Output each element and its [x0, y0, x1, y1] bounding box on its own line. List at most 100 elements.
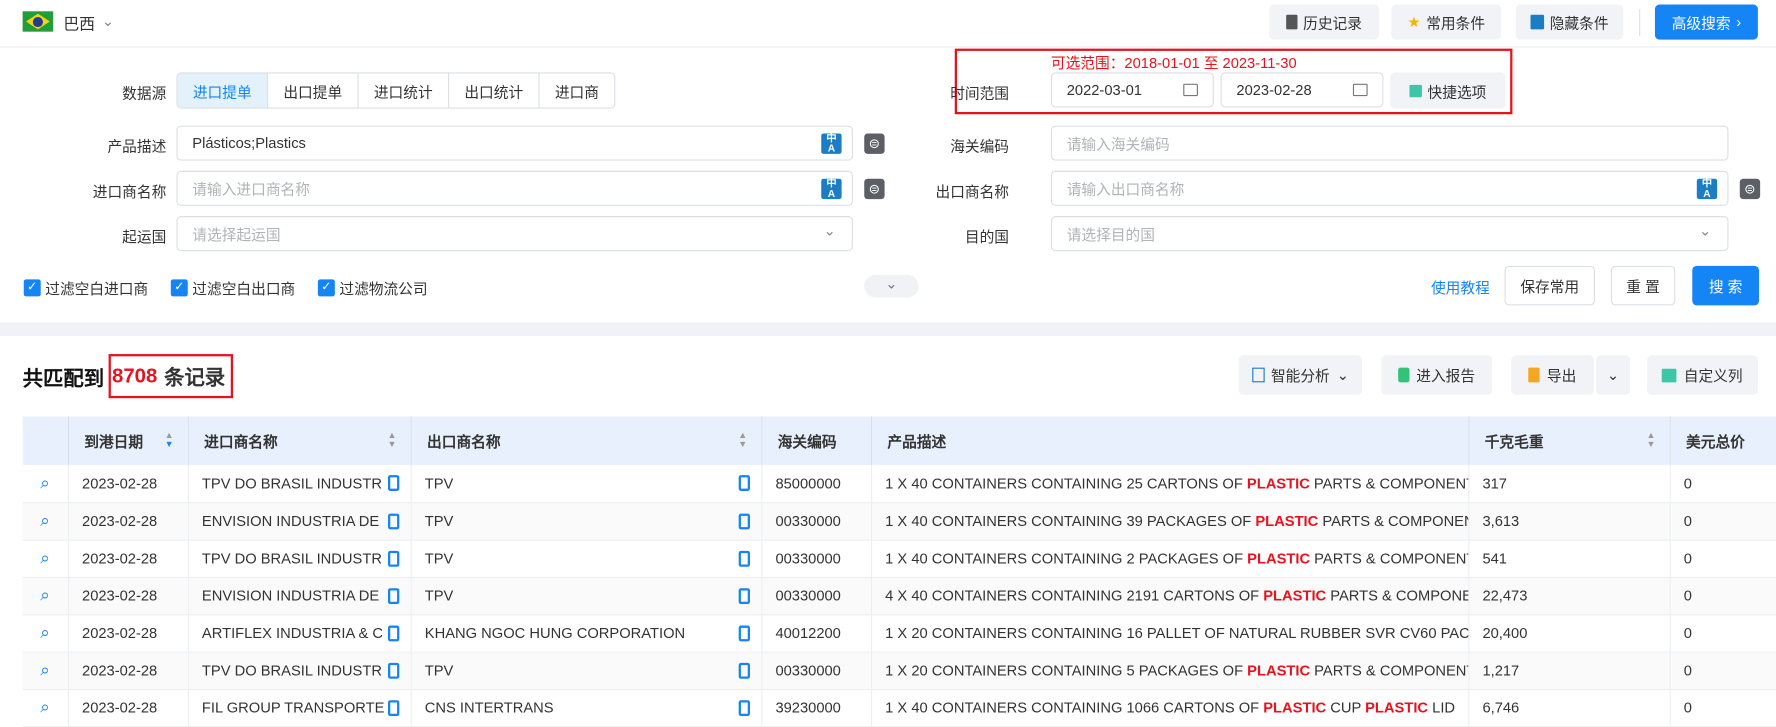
table-row[interactable]: ⌕ 2023-02-28 TPV DO BRASIL INDUSTR TPV 00330… [22, 539, 1776, 578]
date-from-input[interactable]: 2022-03-01 [1050, 72, 1214, 108]
sort-icon[interactable]: ▲ ▼ [738, 430, 747, 449]
cell-exporter[interactable]: CNS INTERTRANS [410, 688, 762, 727]
copy-icon[interactable] [387, 662, 399, 679]
search-button[interactable]: 搜 索 [1692, 265, 1760, 306]
copy-icon[interactable] [738, 699, 750, 716]
chevron-down-icon[interactable]: ⌄ [102, 12, 114, 30]
enter-report-button[interactable]: 进入报告 [1381, 355, 1493, 395]
origin-select[interactable]: 请选择起运国 [176, 216, 853, 252]
table-row[interactable]: ⌕ 2023-02-28 FIL GROUP TRANSPORTE CNS INTER… [22, 688, 1776, 727]
copy-icon[interactable] [738, 475, 750, 491]
translate-icon[interactable]: 中A [821, 178, 842, 200]
zoom-search-icon[interactable]: ⊜ [864, 133, 885, 154]
row-detail-button[interactable]: ⌕ [22, 464, 69, 503]
cell-exporter[interactable]: TPV [410, 576, 762, 615]
export-button[interactable]: 导出 [1511, 355, 1594, 395]
destination-label: 目的国 [964, 228, 1010, 246]
history-button[interactable]: 历史记录 [1269, 4, 1379, 40]
table-row[interactable]: ⌕ 2023-02-28 ENVISION INDUSTRIA DE TPV 00330… [22, 576, 1776, 615]
cell-exporter[interactable]: TPV [410, 539, 762, 578]
header-weight[interactable]: 千克毛重 ▲ ▼ [1468, 416, 1671, 465]
country-selector[interactable]: 巴西 [63, 12, 95, 35]
row-detail-button[interactable]: ⌕ [22, 688, 69, 727]
row-detail-button[interactable]: ⌕ [22, 502, 69, 541]
product-input[interactable]: Plásticos;Plastics [176, 125, 853, 161]
save-favorite-button[interactable]: 保存常用 [1504, 265, 1595, 306]
zoom-search-icon[interactable]: ⊜ [864, 178, 885, 200]
cell-exporter[interactable]: TPV [410, 464, 762, 503]
importer-input[interactable]: 请输入进口商名称 [176, 170, 853, 206]
copy-icon[interactable] [387, 512, 399, 529]
row-detail-button[interactable]: ⌕ [22, 539, 69, 578]
cell-importer[interactable]: ENVISION INDUSTRIA DE [187, 576, 412, 615]
calendar-icon[interactable] [1183, 83, 1198, 97]
brazil-flag-icon [22, 11, 54, 32]
checkbox-checked-icon: ✓ [23, 279, 41, 297]
date-to-input[interactable]: 2023-02-28 [1220, 72, 1384, 108]
header-arrival-date[interactable]: 到港日期 ▲ ▼ [67, 416, 189, 465]
translate-icon[interactable]: 中A [1696, 178, 1718, 200]
table-row[interactable]: ⌕ 2023-02-28 ENVISION INDUSTRIA DE TPV 00330… [22, 502, 1776, 541]
table-row[interactable]: ⌕ 2023-02-28 TPV DO BRASIL INDUSTR TPV 85000… [22, 464, 1776, 503]
exporter-input[interactable]: 请输入出口商名称 [1050, 170, 1729, 206]
sort-icon[interactable]: ▲ ▼ [1647, 430, 1656, 449]
hs-code-input[interactable]: 请输入海关编码 [1050, 125, 1729, 161]
zoom-search-icon[interactable]: ⊜ [1739, 178, 1761, 200]
copy-icon[interactable] [387, 550, 399, 567]
filter-blank-importer-checkbox[interactable]: ✓ 过滤空白进口商 [23, 277, 148, 298]
sort-icon[interactable]: ▲ ▼ [165, 430, 174, 449]
copy-icon[interactable] [738, 587, 750, 604]
tab-export-bill[interactable]: 出口提单 [268, 73, 359, 108]
keyword-highlight: PLASTIC [1246, 474, 1310, 492]
copy-icon[interactable] [738, 662, 750, 679]
date-to-value: 2023-02-28 [1236, 81, 1312, 99]
custom-columns-button[interactable]: 自定义列 [1647, 355, 1758, 395]
destination-select[interactable]: 请选择目的国 [1050, 216, 1729, 252]
copy-icon[interactable] [387, 624, 399, 641]
table-row[interactable]: ⌕ 2023-02-28 TPV DO BRASIL INDUSTR TPV 00330… [22, 651, 1776, 690]
copy-icon[interactable] [387, 587, 399, 604]
cell-exporter[interactable]: TPV [410, 502, 762, 541]
copy-icon[interactable] [738, 512, 750, 529]
hide-conditions-button[interactable]: 隐藏条件 [1515, 4, 1624, 40]
cell-importer[interactable]: ARTIFLEX INDUSTRIA & C [187, 614, 412, 653]
cell-importer[interactable]: ENVISION INDUSTRIA DE [187, 502, 412, 541]
tab-export-stats[interactable]: 出口统计 [449, 73, 540, 108]
cell-exporter[interactable]: TPV [410, 651, 762, 690]
cell-importer[interactable]: TPV DO BRASIL INDUSTR [187, 651, 412, 690]
cell-exporter[interactable]: KHANG NGOC HUNG CORPORATION [410, 614, 762, 653]
header-importer[interactable]: 进口商名称 ▲ ▼ [187, 416, 412, 465]
favorites-button[interactable]: ★ 常用条件 [1391, 4, 1502, 40]
smart-analysis-button[interactable]: 智能分析 ⌄ [1238, 355, 1362, 395]
copy-icon[interactable] [738, 624, 750, 641]
cell-description: 1 X 40 CONTAINERS CONTAINING 39 PACKAGES… [871, 502, 1469, 541]
copy-icon[interactable] [387, 475, 399, 491]
export-dropdown-button[interactable]: ⌄ [1596, 355, 1631, 395]
sort-icon[interactable]: ▲ ▼ [388, 430, 397, 449]
tab-importer[interactable]: 进口商 [540, 74, 615, 108]
cell-total-value: 0 [1669, 576, 1776, 615]
row-detail-button[interactable]: ⌕ [22, 576, 69, 615]
header-exporter[interactable]: 出口商名称 ▲ ▼ [410, 416, 762, 465]
tab-import-bill[interactable]: 进口提单 [177, 73, 269, 108]
filter-logistics-checkbox[interactable]: ✓ 过滤物流公司 [317, 277, 428, 298]
chevron-down-icon[interactable]: ⌄ [824, 222, 836, 240]
calendar-icon[interactable] [1352, 83, 1368, 97]
quick-options-button[interactable]: 快捷选项 [1390, 72, 1506, 109]
filter-blank-exporter-checkbox[interactable]: ✓ 过滤空白出口商 [170, 277, 295, 298]
expand-more-button[interactable]: ⌄ [864, 274, 919, 298]
translate-icon[interactable]: 中A [821, 133, 842, 154]
copy-icon[interactable] [387, 699, 399, 716]
tutorial-link[interactable]: 使用教程 [1431, 276, 1490, 297]
reset-button[interactable]: 重 置 [1610, 265, 1676, 306]
tab-import-stats[interactable]: 进口统计 [359, 73, 450, 108]
cell-importer[interactable]: TPV DO BRASIL INDUSTR [187, 464, 412, 503]
advanced-search-button[interactable]: 高级搜索 › [1654, 4, 1758, 40]
row-detail-button[interactable]: ⌕ [22, 614, 69, 653]
copy-icon[interactable] [738, 550, 750, 567]
cell-importer[interactable]: TPV DO BRASIL INDUSTR [187, 539, 412, 578]
row-detail-button[interactable]: ⌕ [22, 651, 69, 690]
cell-importer[interactable]: FIL GROUP TRANSPORTE [187, 688, 412, 727]
table-row[interactable]: ⌕ 2023-02-28 ARTIFLEX INDUSTRIA & C KHANG N… [22, 614, 1776, 653]
chevron-down-icon[interactable]: ⌄ [1699, 222, 1711, 240]
